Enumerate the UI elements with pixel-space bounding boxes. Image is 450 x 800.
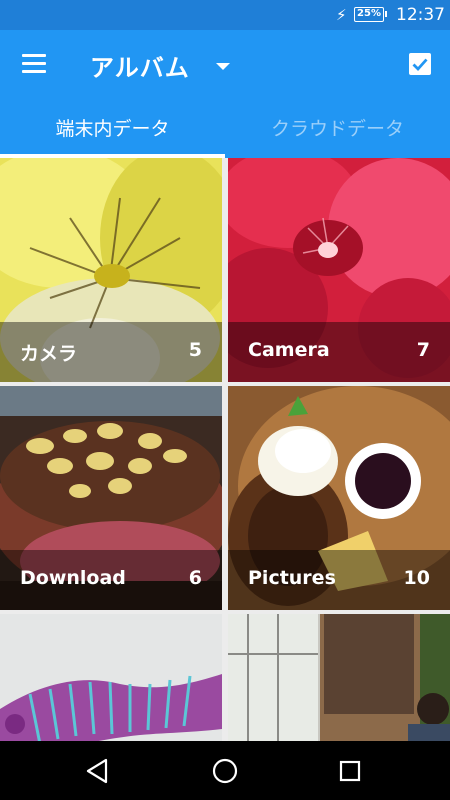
battery-indicator: 25% xyxy=(354,7,387,22)
menu-icon[interactable] xyxy=(22,54,46,74)
album-tile[interactable]: Camera 7 xyxy=(228,158,450,382)
tab-bar: 端末内データ クラウドデータ xyxy=(0,100,450,158)
album-name: Pictures xyxy=(248,567,336,589)
album-tile[interactable]: カメラ 5 xyxy=(0,158,222,382)
album-tile[interactable] xyxy=(228,614,450,741)
album-selector[interactable]: アルバム xyxy=(90,48,230,82)
album-count: 5 xyxy=(188,339,202,361)
album-name: Download xyxy=(20,567,126,589)
album-name: カメラ xyxy=(20,343,78,365)
home-icon[interactable] xyxy=(209,755,241,787)
tab-device-data[interactable]: 端末内データ xyxy=(0,100,225,158)
album-tile[interactable]: Pictures 10 xyxy=(228,386,450,610)
album-count: 6 xyxy=(188,567,202,589)
navigation-bar xyxy=(0,741,450,800)
album-caption: Download 6 xyxy=(0,550,222,610)
app-bar: アルバム xyxy=(0,30,450,100)
album-caption: Pictures 10 xyxy=(228,550,450,610)
checkbox-icon[interactable] xyxy=(408,52,432,76)
page-title: アルバム xyxy=(90,53,190,82)
status-bar: ⚡ 25% 12:37 xyxy=(0,0,450,30)
tab-cloud-data[interactable]: クラウドデータ xyxy=(225,100,450,158)
recents-icon[interactable] xyxy=(334,755,366,787)
dropdown-caret-icon xyxy=(215,62,230,70)
album-grid: カメラ 5 Camera 7 Download 6 Pictures 10 xyxy=(0,158,450,741)
charging-icon: ⚡ xyxy=(336,6,347,24)
album-caption: Camera 7 xyxy=(228,322,450,382)
album-thumbnail xyxy=(228,614,450,741)
album-caption: カメラ 5 xyxy=(0,322,222,382)
album-thumbnail xyxy=(0,614,222,741)
album-name: Camera xyxy=(248,339,330,361)
album-count: 7 xyxy=(416,339,430,361)
album-tile[interactable]: Download 6 xyxy=(0,386,222,610)
album-count: 10 xyxy=(403,567,430,589)
album-tile[interactable] xyxy=(0,614,222,741)
back-icon[interactable] xyxy=(82,755,114,787)
clock: 12:37 xyxy=(396,5,445,25)
